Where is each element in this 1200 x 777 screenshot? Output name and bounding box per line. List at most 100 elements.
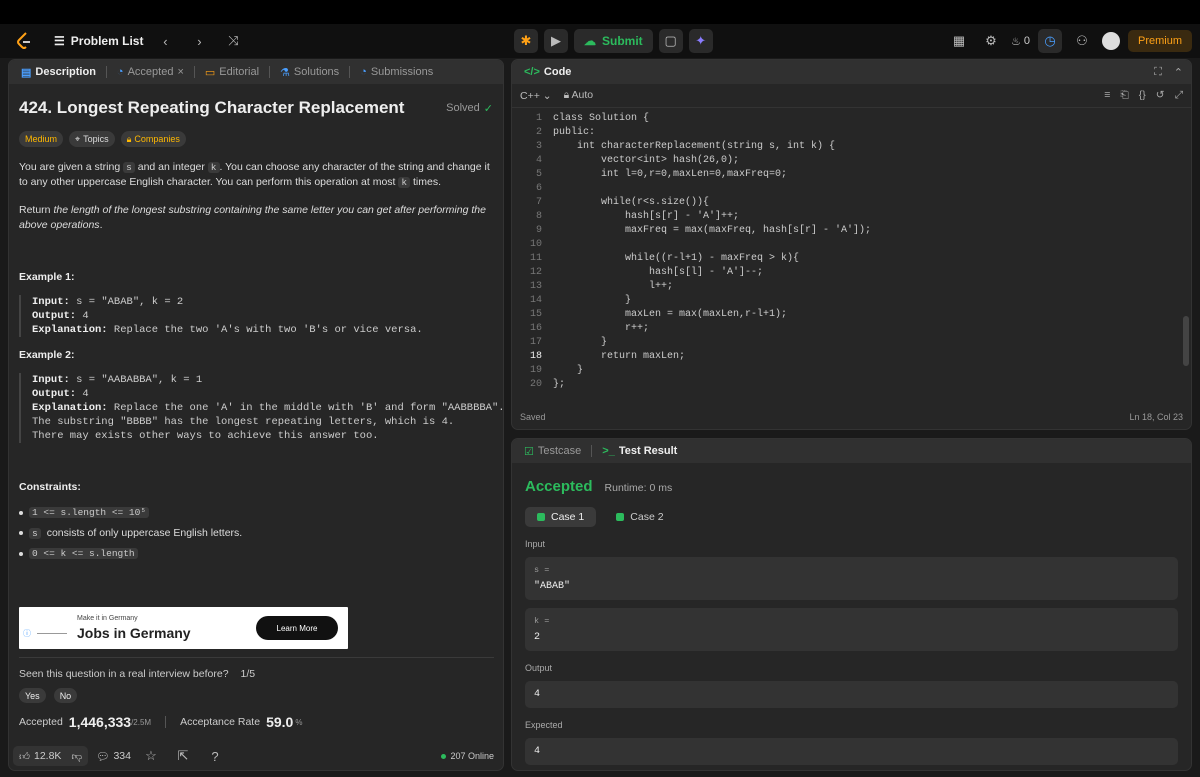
tab-label: Test Result (618, 445, 678, 457)
value: 4 (76, 310, 89, 322)
add-friend-icon[interactable]: ⚇ (1070, 29, 1094, 53)
text: . (99, 219, 103, 231)
input-k-box[interactable]: k = 2 (525, 608, 1178, 651)
tab-submissions[interactable]: ◔ Submissions (356, 66, 437, 78)
code-line[interactable]: }; (553, 378, 565, 392)
layout-icon[interactable]: ▦ (947, 29, 971, 53)
debug-icon[interactable]: ✱ (514, 29, 538, 53)
code-line[interactable]: maxLen = max(maxLen,r-l+1); (553, 308, 787, 322)
code-line[interactable]: public: (553, 126, 595, 140)
code-line[interactable]: vector<int> hash(26,0); (553, 154, 739, 168)
tab-description[interactable]: ▤ Description (17, 66, 100, 79)
leetcode-logo-icon[interactable] (14, 31, 34, 51)
input-s-box[interactable]: s = "ABAB" (525, 557, 1178, 600)
tab-accepted[interactable]: ◔ Accepted × (113, 66, 188, 78)
output-box[interactable]: 4 (525, 681, 1178, 708)
tab-editorial[interactable]: ▭ Editorial (201, 66, 263, 79)
tab-code[interactable]: </> Code (520, 66, 575, 78)
like-button[interactable]: 👍︎ 12.8K 👎︎ (13, 746, 89, 766)
bookmark-icon[interactable]: ⎗ (1120, 89, 1128, 102)
value: s = "ABAB", k = 2 (69, 296, 184, 308)
run-icon[interactable]: ▶ (544, 29, 568, 53)
tab-test-result[interactable]: >_ Test Result (598, 445, 681, 457)
companies-tag[interactable]: 🔒︎ Companies (120, 131, 186, 147)
doc-icon: ▤ (21, 66, 32, 79)
close-icon[interactable]: × (177, 66, 183, 78)
code-line[interactable]: int characterReplacement(string s, int k… (553, 140, 835, 154)
settings-gear-icon[interactable]: ⚙ (979, 29, 1003, 53)
code-line[interactable]: } (553, 364, 583, 378)
var-value: 2 (534, 632, 541, 643)
constraints-list: 1 <= s.length <= 10⁵ s consists of only u… (19, 507, 493, 559)
comments-button[interactable]: 💬︎ 334 (96, 750, 131, 763)
tab-label: Solutions (293, 66, 340, 78)
prev-problem-icon[interactable]: ‹ (153, 29, 177, 53)
no-button[interactable]: No (53, 688, 78, 703)
submit-button[interactable]: ☁ Submit (574, 29, 653, 53)
code-line[interactable]: hash[s[l] - 'A']--; (553, 266, 763, 280)
code-line[interactable]: maxFreq = max(maxFreq, hash[s[r] - 'A'])… (553, 224, 871, 238)
code-line[interactable]: class Solution { (553, 112, 649, 126)
reset-icon[interactable]: ↺ (1156, 89, 1165, 102)
text: consists of only uppercase English lette… (46, 527, 243, 539)
streak-counter[interactable]: ♨ 0 (1011, 35, 1030, 48)
auto-mode[interactable]: 🔒︎ Auto (564, 89, 594, 102)
share-icon[interactable]: ⇱ (171, 744, 195, 768)
tab-case-2[interactable]: Case 2 (604, 507, 675, 527)
page-title[interactable]: 424. Longest Repeating Character Replace… (19, 98, 404, 118)
code-panel: </> Code ⛶ ⌃ C++ ⌄ 🔒︎ Auto ≡ ⎗ {} ↺ ⤢ 1 cla… (511, 59, 1192, 430)
code-line[interactable]: while((r-l+1) - maxFreq > k){ (553, 252, 799, 266)
next-problem-icon[interactable]: › (187, 29, 211, 53)
code-line[interactable]: while(r<s.size()){ (553, 196, 709, 210)
thumbs-down-icon[interactable]: 👎︎ (71, 750, 82, 763)
collapse-icon[interactable]: ⌃ (1174, 66, 1183, 79)
tab-case-1[interactable]: Case 1 (525, 507, 597, 527)
code-line[interactable]: hash[s[r] - 'A']++; (553, 210, 739, 224)
result-tab-bar: ☑ Testcase >_ Test Result (512, 439, 1191, 463)
expected-box[interactable]: 4 (525, 738, 1178, 765)
code-line[interactable]: int l=0,r=0,maxLen=0,maxFreq=0; (553, 168, 787, 182)
learn-more-button[interactable]: Learn More (256, 616, 338, 640)
code-line[interactable]: } (553, 336, 607, 350)
nav-right: ▦ ⚙ ♨ 0 ◷ ⚇ Premium (947, 29, 1192, 53)
code-line[interactable]: return maxLen; (553, 350, 685, 364)
avatar[interactable] (1101, 32, 1120, 50)
label: Output: (32, 310, 77, 322)
maximize-icon[interactable]: ⛶ (1154, 66, 1162, 79)
inline-code: s (29, 527, 41, 539)
problem-list-button[interactable]: ☰ Problem List (54, 34, 143, 48)
premium-button[interactable]: Premium (1127, 30, 1192, 52)
nav-center: ✱ ▶ ☁ Submit ▢ ✦ (514, 29, 713, 53)
inline-code: 0 <= k <= s.length (29, 548, 138, 559)
braces-icon[interactable]: {} (1139, 89, 1146, 102)
tab-solutions[interactable]: ⚗ Solutions (276, 66, 343, 79)
tab-testcase[interactable]: ☑ Testcase (520, 445, 585, 458)
line-number: 11 (529, 253, 542, 264)
difficulty-badge[interactable]: Medium (19, 131, 64, 147)
code-panel-actions: ⛶ ⌃ (1154, 66, 1183, 79)
format-icon[interactable]: ≡ (1104, 89, 1110, 102)
timer-icon[interactable]: ◷ (1037, 29, 1062, 53)
book-icon: ▭ (204, 66, 216, 79)
shuffle-icon[interactable]: ⤨ (221, 29, 245, 53)
scrollbar[interactable] (1183, 316, 1189, 366)
code-editor[interactable]: 1 class Solution {2 public: 3 int character… (512, 108, 1191, 396)
ai-sparkle-icon[interactable]: ✦ (688, 29, 713, 53)
info-icon[interactable]: ⓘ (23, 628, 31, 639)
tab-label: Accepted (127, 66, 174, 78)
code-line[interactable]: } (553, 294, 631, 308)
star-icon[interactable]: ☆ (139, 744, 163, 768)
notes-icon[interactable]: ▢ (658, 29, 683, 53)
fullscreen-icon[interactable]: ⤢ (1175, 89, 1183, 102)
topics-tag[interactable]: ⌖ Topics (69, 131, 115, 147)
line-number: 14 (529, 295, 542, 306)
code-line[interactable]: r++; (553, 322, 649, 336)
value: s = "AABABBA", k = 1 (69, 374, 203, 386)
language-select[interactable]: C++ ⌄ (520, 90, 552, 102)
advertisement-banner[interactable]: ⓘ Make it in Germany Jobs in Germany Lea… (19, 607, 348, 649)
help-icon[interactable]: ? (203, 744, 227, 768)
test-result-panel: ☑ Testcase >_ Test Result Accepted Runtime… (511, 438, 1192, 771)
list-item: s consists of only uppercase English lett… (19, 527, 493, 539)
code-line[interactable]: l++; (553, 280, 673, 294)
yes-button[interactable]: Yes (19, 688, 46, 703)
